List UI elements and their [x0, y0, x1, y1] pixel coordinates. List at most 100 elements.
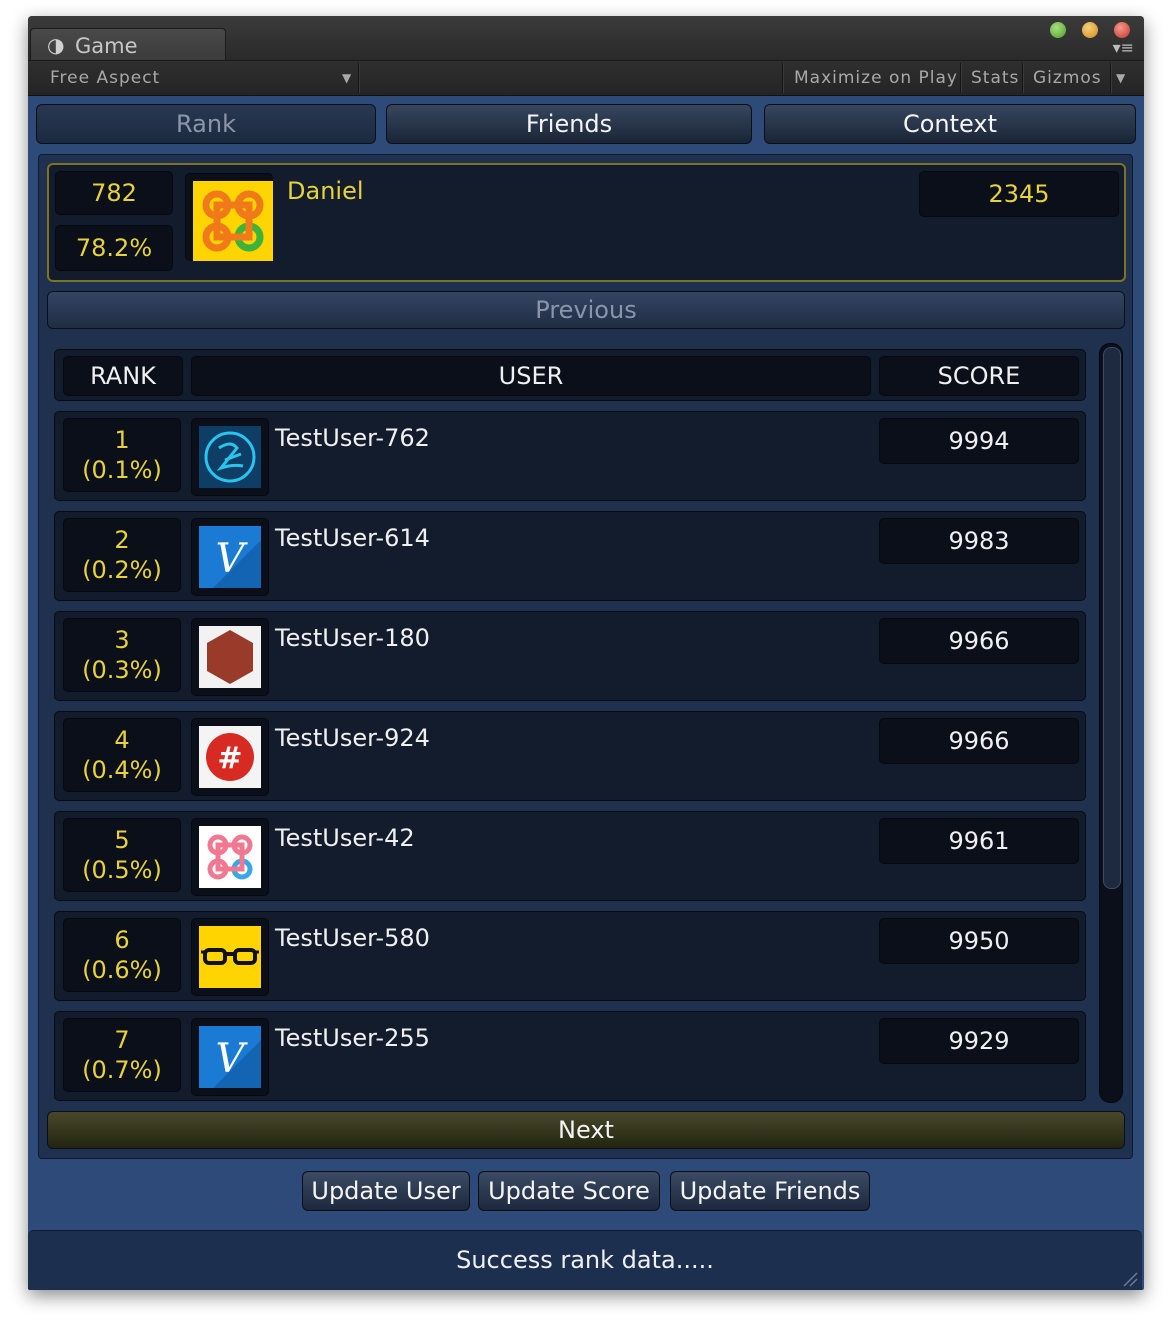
row-score: 9966 [879, 718, 1079, 764]
svg-text:V: V [216, 536, 249, 582]
stats-toggle[interactable]: Stats [971, 61, 1019, 95]
hexagon-icon [199, 626, 261, 688]
current-user-name: Daniel [287, 177, 364, 205]
next-button[interactable]: Next [47, 1111, 1125, 1149]
row-avatar [191, 818, 269, 896]
status-bar: Success rank data..... [28, 1230, 1142, 1290]
letter-v-icon: V [199, 526, 261, 588]
aspect-dropdown-arrow-icon[interactable]: ▼ [342, 61, 352, 95]
minimize-light-icon[interactable] [1082, 22, 1098, 38]
vertical-scrollbar[interactable] [1099, 343, 1123, 1103]
current-user-rank: 782 [55, 171, 173, 215]
header-rank: RANK [63, 356, 183, 396]
header-user: USER [191, 356, 871, 396]
tab-friends[interactable]: Friends [386, 104, 752, 144]
maximize-light-icon[interactable] [1050, 22, 1066, 38]
row-percent: (0.3%) [82, 656, 162, 684]
signature-circle-icon [199, 426, 261, 488]
maximize-on-play-toggle[interactable]: Maximize on Play [794, 61, 958, 95]
row-user-name: TestUser-924 [275, 724, 430, 752]
current-user-card: 782 78.2% Daniel 2345 [47, 163, 1126, 282]
row-avatar [191, 918, 269, 996]
previous-button[interactable]: Previous [47, 291, 1125, 329]
row-rank-cell: 6 (0.6%) [63, 918, 181, 992]
row-avatar: # [191, 718, 269, 796]
row-percent: (0.6%) [82, 956, 162, 984]
row-rank: 2 [114, 526, 130, 554]
row-user-name: TestUser-614 [275, 524, 430, 552]
gizmos-dropdown-arrow-icon[interactable]: ▼ [1116, 61, 1126, 95]
row-percent: (0.2%) [82, 556, 162, 584]
glasses-icon [199, 926, 261, 988]
table-row[interactable]: 2 (0.2%) V TestUser-614 9983 [54, 511, 1086, 601]
svg-text:#: # [217, 741, 242, 776]
table-row[interactable]: 3 (0.3%) TestUser-180 9966 [54, 611, 1086, 701]
row-score: 9983 [879, 518, 1079, 564]
row-rank-cell: 2 (0.2%) [63, 518, 181, 592]
row-user-name: TestUser-762 [275, 424, 430, 452]
game-window: ◑ Game ▾≡ Free Aspect ▼ Maximize on Play… [28, 16, 1144, 1290]
update-score-button[interactable]: Update Score [478, 1171, 660, 1211]
gizmos-toggle[interactable]: Gizmos [1033, 61, 1102, 95]
row-avatar: V [191, 1018, 269, 1096]
row-user-name: TestUser-255 [275, 1024, 430, 1052]
tab-game[interactable]: ◑ Game [30, 28, 226, 61]
status-text: Success rank data..... [456, 1246, 714, 1274]
row-score: 9966 [879, 618, 1079, 664]
tab-rank[interactable]: Rank [36, 104, 376, 144]
scrollbar-thumb[interactable] [1103, 347, 1121, 889]
row-percent: (0.5%) [82, 856, 162, 884]
table-row[interactable]: 6 (0.6%) TestUser-580 9950 [54, 911, 1086, 1001]
tab-game-label: Game [75, 34, 138, 58]
table-row[interactable]: 1 (0.1%) TestUser-762 9994 [54, 411, 1086, 501]
row-rank: 4 [114, 726, 130, 754]
table-header: RANK USER SCORE [54, 349, 1086, 401]
svg-text:V: V [216, 1036, 249, 1082]
row-rank-cell: 5 (0.5%) [63, 818, 181, 892]
row-avatar: V [191, 518, 269, 596]
row-rank: 7 [114, 1026, 130, 1054]
row-rank: 5 [114, 826, 130, 854]
panel-menu-icon[interactable]: ▾≡ [1113, 40, 1134, 56]
current-user-score: 2345 [919, 171, 1119, 217]
unity-game-icon: ◑ [47, 33, 65, 57]
row-rank-cell: 1 (0.1%) [63, 418, 181, 492]
row-rank: 6 [114, 926, 130, 954]
command-key-icon [193, 181, 273, 261]
close-light-icon[interactable] [1114, 22, 1130, 38]
game-toolbar: Free Aspect ▼ Maximize on Play Stats Giz… [28, 60, 1144, 96]
leaderboard-panel: 782 78.2% Daniel 2345 Previous RANK USER… [38, 154, 1133, 1159]
table-row[interactable]: 7 (0.7%) V TestUser-255 9929 [54, 1011, 1086, 1101]
row-user-name: TestUser-180 [275, 624, 430, 652]
row-user-name: TestUser-580 [275, 924, 430, 952]
table-row[interactable]: 4 (0.4%) # TestUser-924 9966 [54, 711, 1086, 801]
hashtag-icon: # [199, 726, 261, 788]
header-score: SCORE [879, 356, 1079, 396]
table-row[interactable]: 5 (0.5%) TestUser-42 9961 [54, 811, 1086, 901]
row-rank: 1 [114, 426, 130, 454]
row-percent: (0.7%) [82, 1056, 162, 1084]
tab-context[interactable]: Context [764, 104, 1136, 144]
row-score: 9961 [879, 818, 1079, 864]
row-score: 9950 [879, 918, 1079, 964]
leaderboard-list: RANK USER SCORE 1 (0.1%) TestUser-762 99… [39, 341, 1132, 1106]
row-rank-cell: 4 (0.4%) [63, 718, 181, 792]
row-rank: 3 [114, 626, 130, 654]
update-user-button[interactable]: Update User [302, 1171, 470, 1211]
row-avatar [191, 618, 269, 696]
row-user-name: TestUser-42 [275, 824, 415, 852]
update-friends-button[interactable]: Update Friends [670, 1171, 870, 1211]
current-user-percent: 78.2% [55, 225, 173, 271]
row-rank-cell: 7 (0.7%) [63, 1018, 181, 1092]
command-key-icon [199, 826, 261, 888]
row-rank-cell: 3 (0.3%) [63, 618, 181, 692]
title-bar: ◑ Game ▾≡ [28, 16, 1144, 61]
row-percent: (0.1%) [82, 456, 162, 484]
letter-v-icon: V [199, 1026, 261, 1088]
row-score: 9929 [879, 1018, 1079, 1064]
row-score: 9994 [879, 418, 1079, 464]
row-avatar [191, 418, 269, 496]
row-percent: (0.4%) [82, 756, 162, 784]
aspect-dropdown[interactable]: Free Aspect [50, 61, 160, 95]
resize-handle-icon[interactable] [1122, 1271, 1138, 1287]
